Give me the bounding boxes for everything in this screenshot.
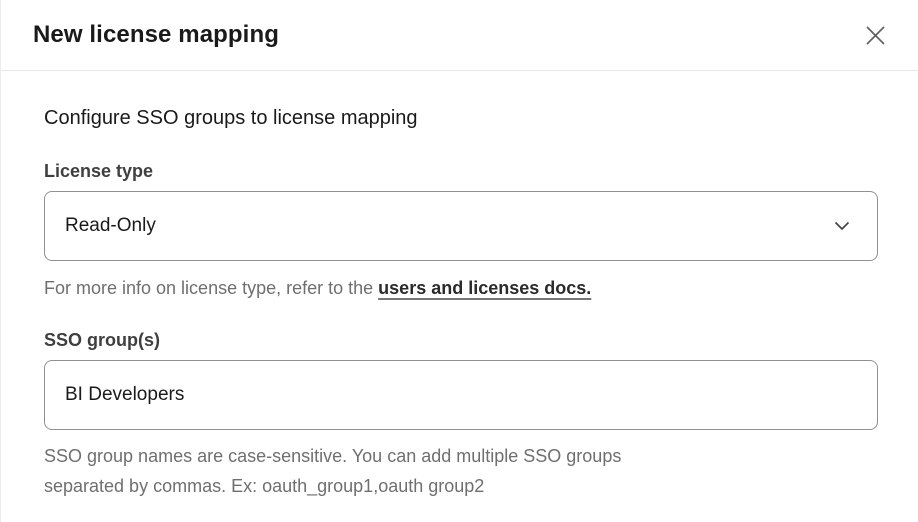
sso-groups-help-line1: SSO group names are case-sensitive. You … — [44, 441, 878, 471]
sso-groups-label: SSO group(s) — [44, 330, 878, 351]
license-type-help: For more info on license type, refer to … — [44, 273, 878, 303]
sso-groups-help: SSO group names are case-sensitive. You … — [44, 441, 878, 501]
close-icon — [864, 24, 887, 47]
license-type-label: License type — [44, 161, 878, 182]
license-type-group: License type Read-Only For more info on … — [44, 161, 878, 303]
modal-header: New license mapping — [1, 0, 918, 71]
license-type-help-text: For more info on license type, refer to … — [44, 278, 378, 298]
sso-groups-input[interactable] — [45, 361, 877, 429]
sso-groups-group: SSO group(s) SSO group names are case-se… — [44, 330, 878, 501]
chevron-down-icon — [834, 221, 850, 231]
section-heading: Configure SSO groups to license mapping — [44, 107, 878, 130]
sso-groups-field — [44, 360, 878, 430]
close-button[interactable] — [861, 21, 889, 49]
modal-body: Configure SSO groups to license mapping … — [1, 71, 918, 501]
modal-title: New license mapping — [33, 21, 279, 49]
new-license-mapping-modal: New license mapping Configure SSO groups… — [0, 0, 918, 522]
license-type-selected-value: Read-Only — [45, 215, 156, 237]
sso-groups-help-line2: separated by commas. Ex: oauth_group1,oa… — [44, 471, 878, 501]
license-type-select[interactable]: Read-Only — [44, 191, 878, 261]
users-and-licenses-docs-link[interactable]: users and licenses docs. — [378, 278, 591, 298]
